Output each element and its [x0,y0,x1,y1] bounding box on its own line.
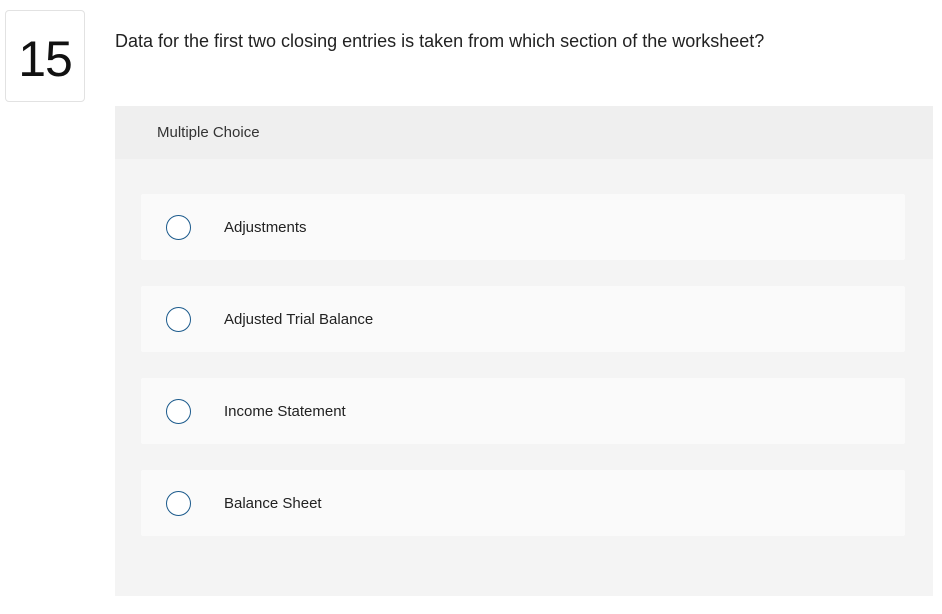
option-label: Adjustments [224,218,307,236]
question-number: 15 [18,31,73,87]
question-number-box: 15 [5,10,85,102]
question-page: 15 Data for the first two closing entrie… [0,0,942,614]
radio-unselected-icon[interactable] [166,306,191,332]
option-label: Adjusted Trial Balance [224,310,374,328]
option-income-statement[interactable]: Income Statement [141,378,905,444]
option-label: Income Statement [224,402,346,420]
options-list: Adjustments Adjusted Trial Balance Incom… [141,194,905,536]
option-adjustments[interactable]: Adjustments [141,194,905,260]
option-label: Balance Sheet [224,494,322,512]
option-adjusted-trial-balance[interactable]: Adjusted Trial Balance [141,286,905,352]
question-text: Data for the first two closing entries i… [115,31,765,51]
multiple-choice-panel: Multiple Choice Adjustments Adjusted Tri… [115,106,933,596]
radio-unselected-icon[interactable] [166,214,191,240]
radio-unselected-icon[interactable] [166,398,191,424]
option-balance-sheet[interactable]: Balance Sheet [141,470,905,536]
panel-header: Multiple Choice [115,106,933,159]
radio-unselected-icon[interactable] [166,490,191,516]
